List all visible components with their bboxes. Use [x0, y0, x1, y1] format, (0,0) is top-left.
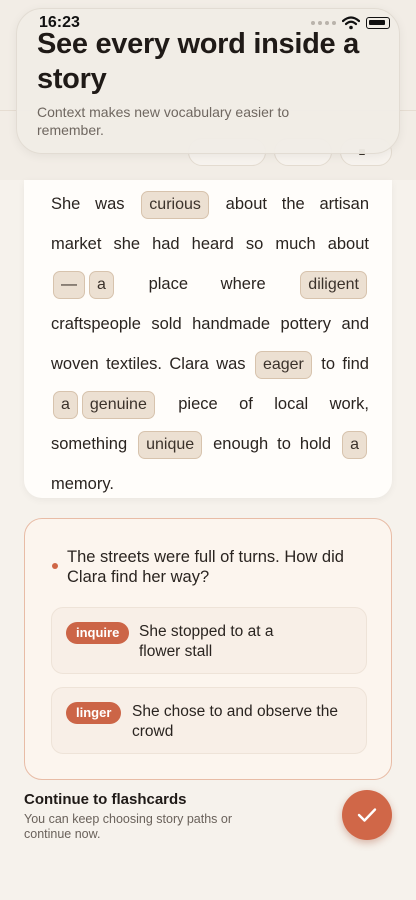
continue-button[interactable] [342, 790, 392, 840]
wifi-icon [342, 16, 360, 30]
story-text-segment: enough to hold [204, 435, 341, 453]
continue-title: Continue to flashcards [24, 791, 187, 808]
vocab-chip[interactable]: a [89, 271, 114, 299]
cellular-icon [311, 21, 336, 25]
page-subtitle: Context makes new vocabulary easier to r… [37, 104, 290, 138]
vocab-chip[interactable]: unique [138, 431, 203, 459]
story-text-segment: She was [51, 195, 140, 213]
page-title: See every word inside a story [37, 28, 359, 95]
status-time: 16:23 [39, 14, 80, 31]
option-text: She chose to and observe the crowd [132, 703, 338, 740]
checkmark-icon [357, 808, 377, 822]
vocab-tag: inquire [66, 622, 130, 644]
battery-icon [366, 17, 390, 29]
vocab-chip[interactable]: eager [254, 351, 312, 379]
vocab-chip[interactable]: diligent [300, 271, 367, 299]
story-card: She was curious about the artisan market… [24, 180, 392, 498]
question-card: The streets were full of turns. How did … [24, 518, 392, 780]
status-icons [311, 14, 390, 32]
continue-subtitle: You can keep choosing story paths or con… [24, 812, 233, 841]
vocab-tag: linger [66, 702, 122, 724]
vocab-chip[interactable]: a [53, 391, 78, 419]
story-text-segment: memory. [51, 475, 114, 493]
bottom-bar: Continue to flashcards You can keep choo… [0, 780, 416, 900]
vocab-chip[interactable]: a [342, 431, 367, 459]
story-text-segment: place where [115, 275, 299, 293]
vocab-chip[interactable]: curious [141, 191, 209, 219]
answer-option-inquire[interactable]: inquire She stopped to at a flower stall [51, 607, 367, 674]
story-text: She was curious about the artisan market… [51, 184, 369, 504]
vocab-chip[interactable]: genuine [81, 391, 155, 419]
answer-option-linger[interactable]: linger She chose to and observe the crow… [51, 687, 367, 754]
option-text: She stopped to at a flower stall [139, 623, 274, 660]
bullet-dot [52, 563, 58, 569]
question-text: The streets were full of turns. How did … [67, 548, 344, 586]
vocab-chip[interactable]: — [53, 271, 85, 299]
story-text-segment: to find [313, 355, 369, 373]
